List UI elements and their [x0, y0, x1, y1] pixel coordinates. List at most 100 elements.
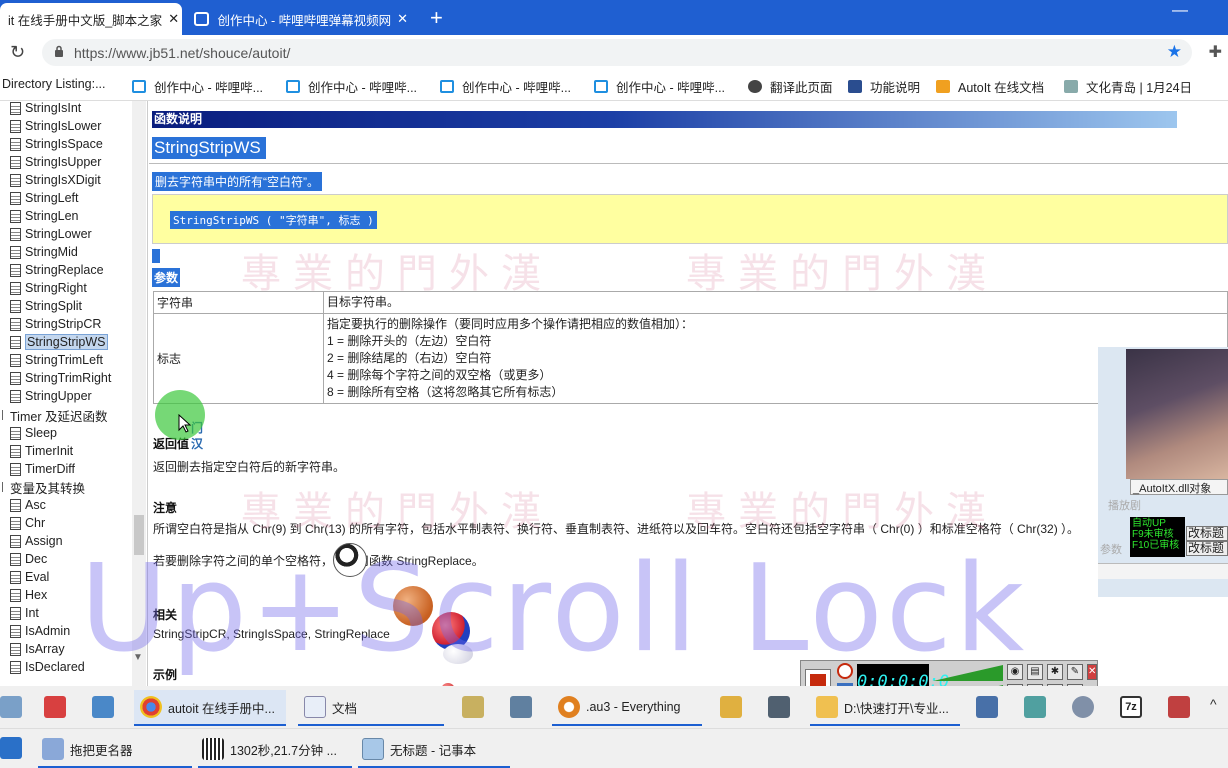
tree-item[interactable]: Hex — [10, 586, 47, 604]
tree-item[interactable]: StringLen — [10, 207, 79, 225]
omnibox[interactable]: https://www.jb51.net/shouce/autoit/ ★ — [42, 39, 1192, 66]
taskbar-timer[interactable]: 1302秒,21.7分钟 ... — [198, 732, 352, 766]
minimize-window-button[interactable]: — — [1172, 2, 1188, 20]
taskbar-everything[interactable]: .au3 - Everything — [552, 690, 702, 724]
tree-item[interactable]: StringIsInt — [10, 101, 81, 117]
bookmark-bilibili-1[interactable]: 创作中心 - 哔哩哔... — [132, 77, 263, 96]
bookmark-bilibili-4[interactable]: 创作中心 - 哔哩哔... — [594, 77, 725, 96]
syntax-box: StringStripWS ( "字符串", 标志 ) — [152, 194, 1228, 244]
tree-branch-icon — [2, 410, 8, 420]
tree-item[interactable]: IsArray — [10, 640, 65, 658]
tree-item[interactable]: TimerInit — [10, 442, 73, 460]
bookmark-translate[interactable]: 翻译此页面 — [748, 77, 833, 96]
tree-item[interactable]: StringSplit — [10, 297, 82, 315]
app-icon[interactable] — [44, 696, 66, 718]
tray-expand-icon[interactable]: ^ — [1210, 696, 1217, 712]
document-icon — [10, 371, 21, 385]
taskbar-document[interactable]: 文档 — [298, 690, 438, 724]
tree-item[interactable]: TimerDiff — [10, 460, 75, 478]
tree-item[interactable]: Chr — [10, 514, 45, 532]
bookmark-function-desc[interactable]: 功能说明 — [848, 77, 920, 96]
tree-item[interactable]: StringIsXDigit — [10, 171, 101, 189]
bookmark-autoit-docs[interactable]: AutoIt 在线文档 — [936, 77, 1044, 96]
tree-item[interactable]: StringLeft — [10, 189, 79, 207]
document-icon — [10, 642, 21, 656]
barcode-icon — [202, 738, 224, 760]
status-box: 自动UP F9未审核 F10已审核 — [1130, 517, 1185, 557]
tree-item[interactable]: StringIsUpper — [10, 153, 101, 171]
tree-item[interactable]: StringUpper — [10, 387, 92, 405]
app-icon[interactable] — [462, 696, 484, 718]
bookmark-bilibili-3[interactable]: 创作中心 - 哔哩哔... — [440, 77, 571, 96]
app-icon[interactable] — [1072, 696, 1094, 718]
app-icon[interactable] — [1168, 696, 1190, 718]
rename-title-button[interactable]: 改标题 — [1186, 541, 1228, 556]
task-label: 1302秒,21.7分钟 ... — [230, 743, 338, 758]
7zip-icon[interactable]: 7z — [1120, 696, 1142, 718]
tree-item[interactable]: StringIsSpace — [10, 135, 103, 153]
document-icon — [10, 227, 21, 241]
taskbar-renamer[interactable]: 拖把更名器 — [38, 732, 192, 766]
tab-autoit-manual[interactable]: it 在线手册中文版_脚本之家 ✕ — [0, 3, 182, 35]
status-line: F10已审核 — [1132, 540, 1180, 551]
app-icon[interactable] — [510, 696, 532, 718]
tree-item[interactable]: StringMid — [10, 243, 78, 261]
app-icon[interactable] — [0, 737, 22, 759]
rename-title-button[interactable]: 改标题 — [1186, 526, 1228, 541]
tree-folder-variables[interactable]: 变量及其转换 — [2, 478, 85, 496]
tree-item[interactable]: Sleep — [10, 424, 57, 442]
tree-item[interactable]: IsDeclared — [10, 658, 85, 676]
tree-item[interactable]: StringLower — [10, 225, 92, 243]
bookmark-star-icon[interactable]: ★ — [1167, 42, 1182, 62]
panel-scrollbar[interactable] — [1098, 563, 1228, 579]
tree-item[interactable]: StringTrimRight — [10, 369, 111, 387]
section-bar: 函数说明 — [152, 111, 1177, 128]
bookmark-bilibili-2[interactable]: 创作中心 - 哔哩哔... — [286, 77, 417, 96]
tree-item[interactable]: StringRight — [10, 279, 87, 297]
new-tab-button[interactable]: + — [430, 5, 443, 31]
settings-gear-icon[interactable]: ✱ — [1047, 664, 1063, 680]
tree-item[interactable]: Asc — [10, 496, 46, 514]
tree-item[interactable]: StringTrimLeft — [10, 351, 103, 369]
tree-item[interactable]: StringIsLower — [10, 117, 101, 135]
app-icon[interactable] — [0, 696, 22, 718]
reload-icon[interactable]: ↻ — [10, 42, 25, 63]
tree-folder-timer[interactable]: Timer 及延迟函数 — [2, 406, 107, 424]
close-icon[interactable]: ✕ — [1087, 664, 1097, 680]
tree-item-selected[interactable]: StringStripWS — [10, 333, 108, 351]
taskbar-top-row: autoit 在线手册中... 文档 .au3 - Everything D:\… — [0, 686, 1228, 728]
webcam-icon[interactable]: ◉ — [1007, 664, 1023, 680]
bookmark-culture-qingdao[interactable]: 文化青岛 | 1月24日 — [1064, 77, 1192, 96]
watermark-text: 專業的門外漢 — [686, 251, 998, 297]
watermark-text: 專業的門外漢 — [686, 489, 998, 535]
tree-item[interactable]: StringReplace — [10, 261, 104, 279]
param-line: 8 = 删除所有空格（这将忽略其它所有标志） — [327, 385, 564, 399]
tab-bilibili[interactable]: 创作中心 - 哔哩哔哩弹幕视频网 ✕ — [186, 3, 416, 35]
taskbar-notepad[interactable]: 无标题 - 记事本 — [358, 732, 510, 766]
app-icon[interactable] — [1024, 696, 1046, 718]
close-tab-icon[interactable]: ✕ — [391, 11, 408, 27]
app-icon[interactable] — [768, 696, 790, 718]
tree-item[interactable]: Assign — [10, 532, 63, 550]
app-icon[interactable] — [92, 696, 114, 718]
taskbar-chrome-autoit[interactable]: autoit 在线手册中... — [134, 690, 286, 724]
tree-item[interactable]: IsAdmin — [10, 622, 70, 640]
document-icon — [10, 426, 21, 440]
folder-icon[interactable] — [720, 696, 742, 718]
app-icon[interactable] — [976, 696, 998, 718]
document-icon — [10, 389, 21, 403]
extensions-puzzle-icon[interactable]: ✚ — [1209, 42, 1222, 62]
tree-item[interactable]: Int — [10, 604, 39, 622]
taskbar-explorer[interactable]: D:\快速打开\专业... — [810, 690, 960, 724]
pen-icon[interactable]: ✎ — [1067, 664, 1083, 680]
folder-icon[interactable]: ▤ — [1027, 664, 1043, 680]
close-tab-icon[interactable]: ✕ — [162, 11, 179, 27]
active-indicator — [298, 724, 444, 726]
alarm-clock-icon[interactable] — [837, 663, 853, 679]
tree-item[interactable]: Dec — [10, 550, 47, 568]
tree-item[interactable]: Eval — [10, 568, 49, 586]
bilibili-tv-icon — [286, 80, 300, 93]
tree-item[interactable]: StringStripCR — [10, 315, 101, 333]
bookmark-directory-listing[interactable]: Directory Listing:... — [2, 77, 106, 91]
rename-buttons: 改标题 改标题 — [1186, 526, 1228, 556]
